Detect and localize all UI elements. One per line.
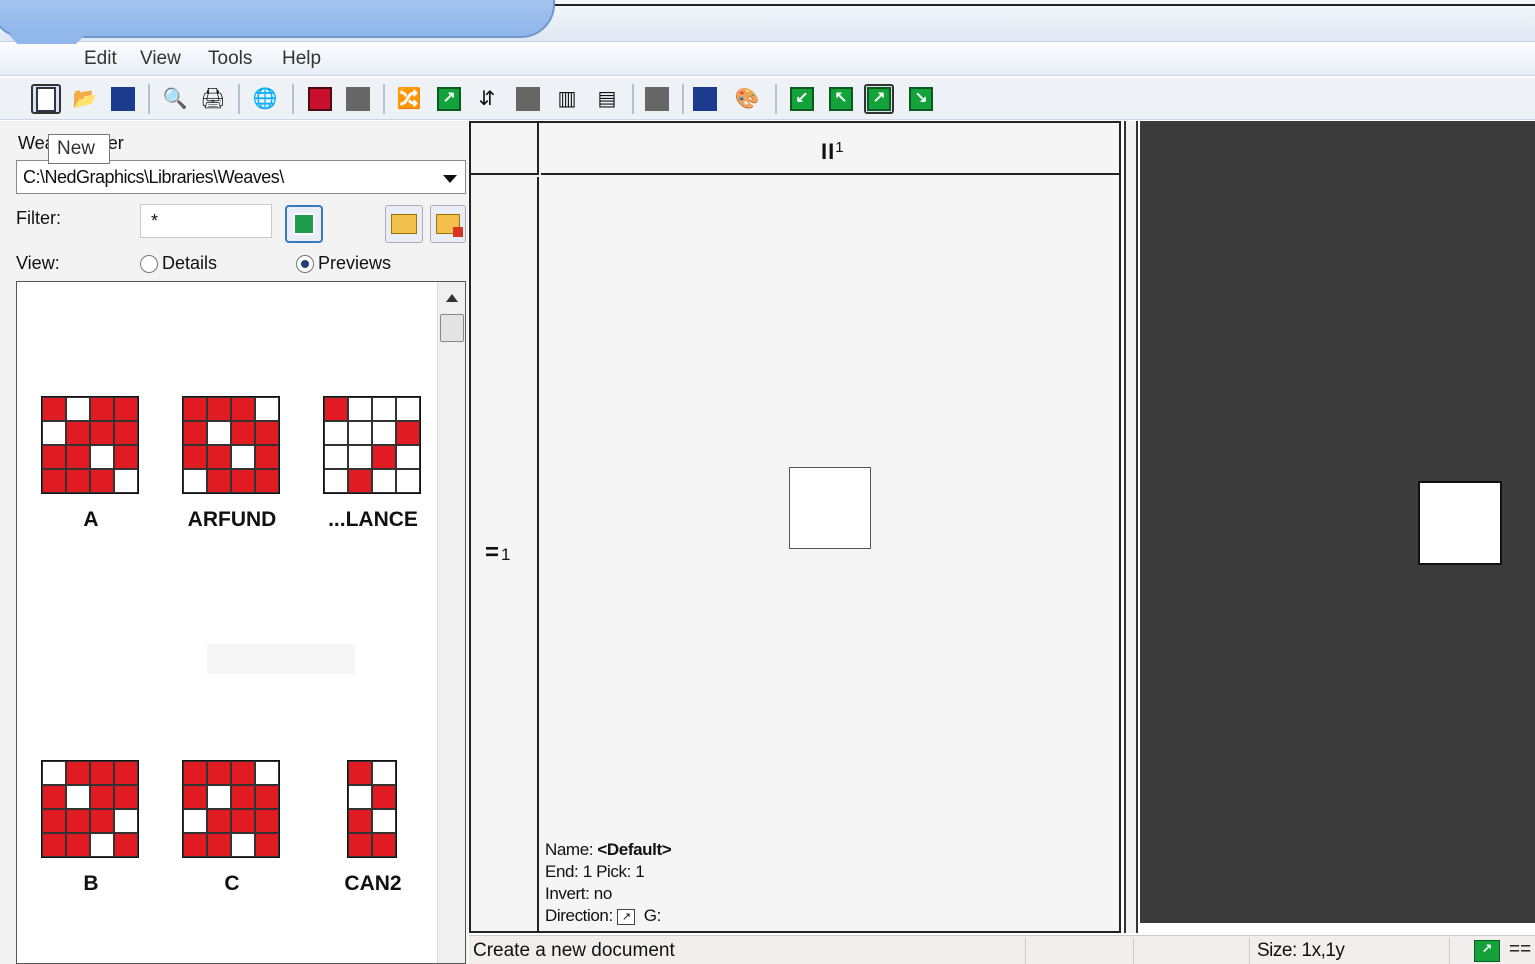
- weave-preview-item[interactable]: A: [41, 396, 141, 532]
- weave-editor: II1 = 1 Name: <Default> End: 1 Pick: 1 In…: [469, 121, 1121, 933]
- filter-input[interactable]: *: [140, 204, 272, 238]
- arrow-icon[interactable]: ↗: [434, 84, 464, 114]
- weft-label: = 1: [485, 539, 511, 566]
- menu-tools[interactable]: Tools: [208, 48, 252, 70]
- print-icon[interactable]: 🖨: [198, 84, 228, 114]
- scrollbar[interactable]: [437, 282, 465, 963]
- pattern-icon[interactable]: [690, 84, 720, 114]
- chevron-down-icon: [443, 175, 457, 183]
- direction-status-icon: ↗: [1474, 940, 1500, 962]
- refresh-icon: [293, 213, 315, 235]
- folder-path-dropdown[interactable]: C:\NedGraphics\Libraries\Weaves\: [16, 160, 466, 194]
- export-button[interactable]: [430, 205, 466, 243]
- warp-header: II1: [541, 123, 1119, 175]
- folder-export-icon: [436, 214, 463, 237]
- print-preview-icon[interactable]: 🔍: [160, 84, 190, 114]
- weave-thumbnail: [182, 396, 280, 494]
- direction-sw-icon[interactable]: ↘: [906, 84, 936, 114]
- copy-icon[interactable]: [642, 84, 672, 114]
- radio-icon: [140, 254, 158, 273]
- web-icon[interactable]: 🌐: [250, 84, 280, 114]
- column-icon[interactable]: ▤: [592, 84, 622, 114]
- status-size: Size: 1x,1y: [1257, 940, 1345, 961]
- weave-name: B: [83, 872, 99, 895]
- weave-thumbnail: [182, 760, 280, 858]
- menu-view[interactable]: View: [140, 48, 181, 70]
- block-icon[interactable]: [513, 84, 543, 114]
- list-icon[interactable]: [343, 84, 373, 114]
- status-bar: Create a new document Size: 1x,1y ↗ ==: [469, 935, 1535, 964]
- weave-name: C: [224, 872, 240, 895]
- folder-path-value: C:\NedGraphics\Libraries\Weaves\: [23, 167, 284, 187]
- toolbar: 📂 🔍 🖨 🌐 🔀 ↗ ⇵ ▥ ▤ 🎨 ↙ ↖ ↗ ↘: [0, 78, 1535, 120]
- fabric-preview-cell: [1418, 481, 1502, 565]
- warp-label: II1: [821, 139, 845, 164]
- save-icon[interactable]: [108, 84, 138, 114]
- weave-preview-list[interactable]: A ARFUND ...LANCE B C CAN2: [16, 281, 466, 964]
- title-underline: [540, 4, 1535, 6]
- weave-thumbnail: [347, 760, 397, 858]
- status-extra: ==: [1509, 939, 1532, 960]
- weave-info: Name: <Default> End: 1 Pick: 1 Invert: n…: [545, 840, 672, 925]
- view-label: View:: [16, 253, 60, 273]
- menu-edit[interactable]: Edit: [84, 48, 117, 70]
- editor-corner: [471, 123, 539, 175]
- direction-icon[interactable]: ↗: [617, 908, 636, 925]
- weave-preview-item[interactable]: C: [182, 760, 282, 896]
- menu-bar: Edit View Tools Help: [0, 44, 1535, 76]
- fabric-preview-panel: [1140, 121, 1535, 923]
- weave-thumbnail: [41, 760, 139, 858]
- weave-preview-item[interactable]: CAN2: [323, 760, 423, 896]
- panel-splitter[interactable]: [1124, 121, 1138, 933]
- scroll-thumb[interactable]: [440, 314, 464, 342]
- direction-nw-icon[interactable]: ↙: [787, 84, 817, 114]
- weave-browser-panel: Weave folder C:\NedGraphics\Libraries\We…: [0, 121, 468, 964]
- weave-preview-item[interactable]: ARFUND: [182, 396, 282, 532]
- view-details-radio[interactable]: Details: [140, 253, 217, 274]
- scale-icon[interactable]: ⇵: [472, 84, 502, 114]
- folder-icon: [391, 214, 417, 234]
- direction-ne-icon[interactable]: ↖: [826, 84, 856, 114]
- weave-thumbnail: [41, 396, 139, 494]
- colors-icon[interactable]: 🎨: [732, 84, 762, 114]
- grid-icon[interactable]: [305, 84, 335, 114]
- radio-selected-icon: [296, 254, 314, 273]
- color-swap-icon[interactable]: 🔀: [394, 84, 424, 114]
- weave-preview-item[interactable]: ...LANCE: [323, 396, 423, 532]
- weave-name: ARFUND: [187, 508, 277, 531]
- open-folder-button[interactable]: [385, 205, 423, 243]
- label-overlay: [207, 644, 355, 674]
- tooltip: New: [48, 134, 110, 164]
- scroll-up-icon[interactable]: [446, 294, 458, 302]
- weft-header: = 1: [471, 177, 539, 931]
- weave-name: A: [83, 508, 99, 531]
- filter-label: Filter:: [16, 208, 61, 228]
- menu-help[interactable]: Help: [282, 48, 321, 70]
- refresh-button[interactable]: [285, 205, 323, 243]
- status-message: Create a new document: [473, 940, 675, 961]
- callout-bubble: [0, 0, 555, 38]
- view-previews-radio[interactable]: Previews: [296, 253, 391, 274]
- weave-cell[interactable]: [789, 467, 871, 549]
- weave-thumbnail: [323, 396, 421, 494]
- new-icon[interactable]: [31, 84, 61, 114]
- weave-name: ...LANCE: [328, 508, 418, 531]
- direction-se-icon[interactable]: ↗: [864, 84, 894, 114]
- palette-icon[interactable]: ▥: [552, 84, 582, 114]
- open-icon[interactable]: 📂: [70, 84, 100, 114]
- weave-preview-item[interactable]: B: [41, 760, 141, 896]
- weave-name: CAN2: [344, 872, 402, 895]
